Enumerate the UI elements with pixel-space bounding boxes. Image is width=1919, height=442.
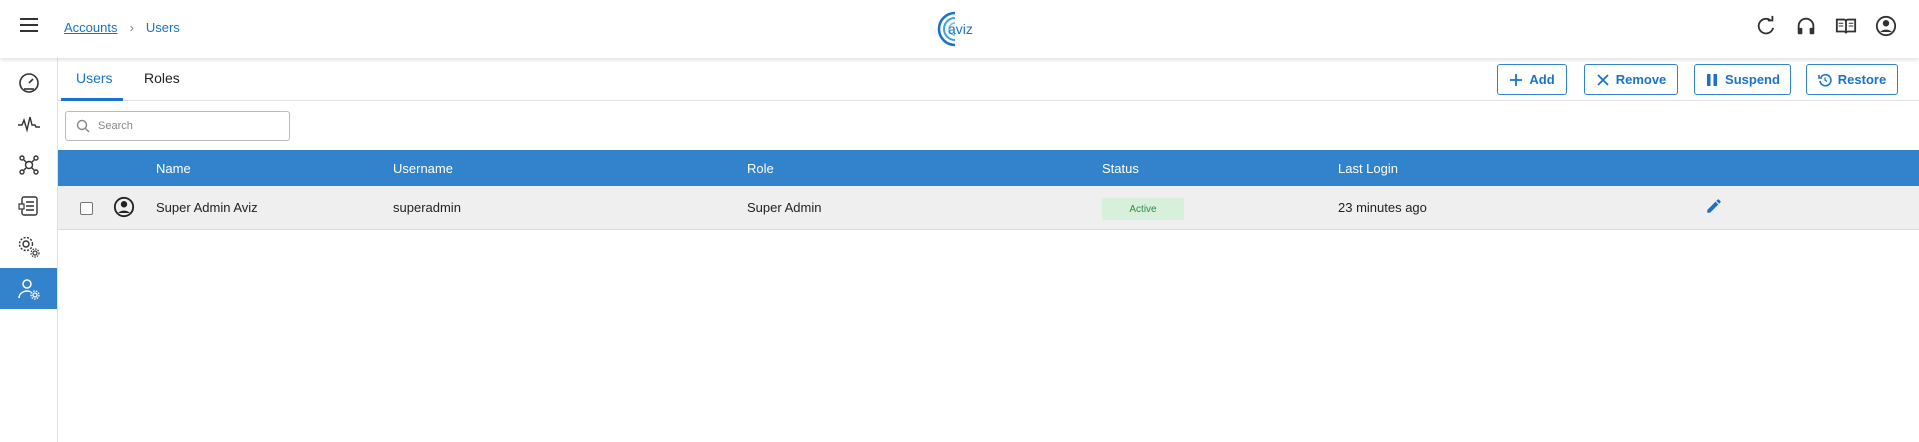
avatar-icon [113,196,135,218]
cell-role: Super Admin [747,200,822,215]
gears-icon [18,236,40,258]
column-header-last-login[interactable]: Last Login [1338,161,1398,176]
aviz-logo: aviz [935,9,985,49]
row-checkbox[interactable] [80,202,93,215]
remove-button[interactable]: Remove [1584,64,1678,95]
network-icon [18,154,39,175]
headset-icon[interactable] [1795,15,1817,37]
search-box [65,111,290,141]
sidebar-item-inventory[interactable] [0,185,57,226]
status-badge: Active [1102,198,1184,220]
restore-icon [1817,73,1832,87]
user-settings-icon [17,278,40,300]
top-icons [1755,15,1897,37]
top-bar: Accounts › Users aviz [0,0,1919,58]
sidebar-item-accounts[interactable] [0,268,57,309]
suspend-button-label: Suspend [1725,72,1780,87]
speedometer-icon [18,72,39,93]
tab-users[interactable]: Users [76,70,113,86]
cell-name: Super Admin Aviz [156,200,258,215]
pulse-icon [17,116,40,133]
breadcrumb-current: Users [145,20,180,35]
cell-username: superadmin [393,200,461,215]
pause-icon [1707,73,1718,86]
column-header-status[interactable]: Status [1102,161,1139,176]
account-circle-icon[interactable] [1875,15,1897,37]
suspend-button[interactable]: Suspend [1694,64,1791,95]
remove-button-label: Remove [1615,72,1667,87]
tab-roles[interactable]: Roles [144,70,180,86]
restore-button[interactable]: Restore [1806,64,1898,95]
edit-pencil-icon[interactable] [1705,197,1723,215]
close-icon [1597,73,1609,86]
list-document-icon [17,195,38,216]
logo-text: aviz [948,21,973,37]
plus-icon [1510,73,1523,86]
table-header: Name Username Role Status Last Login [58,150,1919,186]
column-header-name[interactable]: Name [156,161,191,176]
cell-last-login: 23 minutes ago [1338,200,1427,215]
column-header-username[interactable]: Username [393,161,453,176]
table-row[interactable]: Super Admin Aviz superadmin Super Admin … [58,186,1919,230]
active-tab-indicator [61,98,123,101]
main-content: Users Roles Add Remove Suspend Restore N… [58,58,1919,442]
column-header-role[interactable]: Role [747,161,774,176]
breadcrumb: Accounts › Users [64,20,180,35]
add-button-label: Add [1529,72,1555,87]
menu-icon[interactable] [20,18,38,38]
sidebar-item-dashboard[interactable] [0,62,57,103]
tab-bar: Users Roles Add Remove Suspend Restore [58,58,1919,101]
breadcrumb-separator: › [129,20,134,35]
sidebar-item-network[interactable] [0,144,57,185]
sidebar [0,58,58,442]
breadcrumb-accounts-link[interactable]: Accounts [64,20,117,35]
book-icon[interactable] [1835,15,1857,37]
sidebar-item-monitoring[interactable] [0,103,57,144]
search-icon [76,119,90,133]
sidebar-item-settings[interactable] [0,226,57,267]
search-input[interactable] [98,120,278,132]
add-button[interactable]: Add [1497,64,1567,95]
restore-button-label: Restore [1837,72,1887,87]
refresh-icon[interactable] [1755,15,1777,37]
